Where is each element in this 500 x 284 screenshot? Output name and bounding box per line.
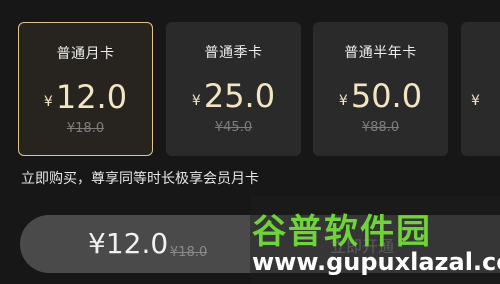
currency-symbol: ¥ (88, 227, 106, 260)
plan-price: ¥50.0 (313, 78, 448, 119)
plan-card-quarterly[interactable]: 普通季卡 ¥25.0 ¥45.0 (166, 22, 301, 156)
plan-original-price: ¥45.0 (214, 120, 253, 135)
currency-symbol: ¥ (338, 93, 348, 109)
plan-price: ¥ (461, 78, 500, 119)
membership-purchase-screen: 普通月卡 ¥12.0 ¥18.0 普通季卡 ¥25.0 ¥45.0 普通半年卡 … (0, 0, 500, 284)
plan-price-value: 25.0 (203, 77, 276, 115)
currency-symbol: ¥ (43, 94, 53, 110)
pay-price-value: 12.0 (105, 227, 169, 260)
benefit-note: 立即购买，尊享同等时长极享会员月卡 (21, 171, 259, 187)
plan-name: 普通月卡 (56, 46, 115, 62)
watermark-title: 谷普软件园 (252, 212, 432, 252)
plan-original-price: ¥88.0 (361, 120, 400, 135)
plan-price: ¥25.0 (166, 78, 301, 119)
plan-name: 普通季卡 (204, 45, 263, 61)
plan-original-price: ¥18.0 (66, 121, 105, 136)
watermark-url: www.gupuxlazal.com (252, 248, 500, 276)
plan-card-half-year[interactable]: 普通半年卡 ¥50.0 ¥88.0 (313, 22, 448, 156)
currency-symbol: ¥ (471, 93, 480, 109)
plan-card-partial[interactable]: ¥ (461, 22, 500, 156)
plan-list: 普通月卡 ¥12.0 ¥18.0 普通季卡 ¥25.0 ¥45.0 普通半年卡 … (0, 0, 500, 160)
plan-price: ¥12.0 (19, 79, 152, 120)
currency-symbol: ¥ (191, 93, 201, 109)
plan-card-monthly[interactable]: 普通月卡 ¥12.0 ¥18.0 (18, 22, 153, 156)
plan-price-value: 50.0 (350, 77, 423, 115)
plan-price-value: 12.0 (55, 78, 128, 116)
pay-price: ¥12.0 (88, 227, 168, 260)
pay-original-price: ¥18.0 (170, 245, 208, 260)
plan-name: 普通半年卡 (344, 45, 417, 61)
